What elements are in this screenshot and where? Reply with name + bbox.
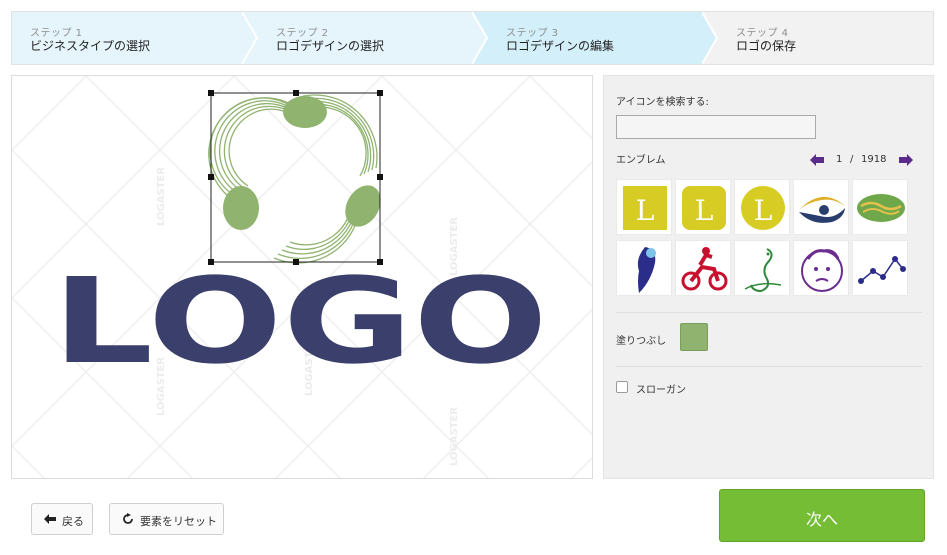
back-button-label: 戻る xyxy=(62,515,84,528)
refresh-icon xyxy=(123,513,133,524)
page-total: 1918 xyxy=(861,154,887,165)
step-3-active[interactable]: ステップ 3 ロゴデザインの編集 xyxy=(472,12,717,64)
icon-grid: L L L xyxy=(616,179,912,297)
resize-handle[interactable] xyxy=(377,90,383,96)
logo-canvas[interactable]: LOGASTER LOGASTER LOGASTER LOGASTER LOGA… xyxy=(11,75,593,479)
icon-pager: 1 / 1918 xyxy=(809,152,919,168)
step-1-title: ビジネスタイプの選択 xyxy=(30,39,151,53)
arrow-left-icon xyxy=(44,514,56,524)
step-4[interactable]: ステップ 4 ロゴの保存 xyxy=(702,12,933,64)
divider xyxy=(616,312,922,313)
next-page-arrow-icon[interactable] xyxy=(898,152,914,168)
green-bowl-icon xyxy=(857,194,905,222)
letter-l-circle-icon: L xyxy=(741,186,785,230)
page-separator: / xyxy=(850,154,854,165)
icon-option[interactable] xyxy=(852,179,908,235)
svg-text:L: L xyxy=(754,194,773,227)
fill-label: 塗りつぶし xyxy=(616,336,667,347)
resize-handle[interactable] xyxy=(208,174,214,180)
slogan-checkbox[interactable] xyxy=(616,381,628,393)
icon-option[interactable]: L xyxy=(616,179,672,235)
step-2-title: ロゴデザインの選択 xyxy=(276,39,385,53)
divider xyxy=(616,366,922,367)
step-3-title: ロゴデザインの編集 xyxy=(506,39,615,53)
constellation-icon xyxy=(858,256,906,284)
letter-l-square-icon: L xyxy=(623,186,667,230)
next-button[interactable]: 次へ xyxy=(719,489,925,542)
resize-handle[interactable] xyxy=(208,90,214,96)
logo-preview: LOGASTER LOGASTER LOGASTER LOGASTER LOGA… xyxy=(12,76,592,478)
wizard-stepper: ステップ 1 ビジネスタイプの選択 ステップ 2 ロゴデザインの選択 ステップ … xyxy=(11,11,934,65)
icon-option[interactable]: L xyxy=(734,179,790,235)
search-label: アイコンを検索する: xyxy=(616,97,709,108)
watermark-text: LOGASTER xyxy=(156,167,167,226)
page-current: 1 xyxy=(836,154,843,165)
reset-elements-button[interactable]: 要素をリセット xyxy=(109,503,224,535)
reset-button-label: 要素をリセット xyxy=(140,515,217,528)
resize-handle[interactable] xyxy=(293,90,299,96)
logo-text[interactable]: LOGO xyxy=(52,252,548,390)
category-label: エンブレム xyxy=(616,155,666,166)
eye-swoosh-icon xyxy=(799,196,845,223)
step-4-title: ロゴの保存 xyxy=(736,39,797,53)
next-button-label: 次へ xyxy=(805,510,838,529)
resize-handle[interactable] xyxy=(377,174,383,180)
svg-text:L: L xyxy=(695,194,714,227)
seahorse-icon xyxy=(744,248,782,293)
icon-option[interactable] xyxy=(616,240,672,296)
icon-option[interactable] xyxy=(852,240,908,296)
icon-search-input[interactable] xyxy=(616,115,816,139)
back-button[interactable]: 戻る xyxy=(31,503,93,535)
icon-option[interactable]: L xyxy=(675,179,731,235)
motocross-icon xyxy=(681,247,728,291)
letter-l-rounded-icon: L xyxy=(682,186,726,230)
svg-text:L: L xyxy=(636,194,655,227)
prev-page-arrow-icon[interactable] xyxy=(809,152,825,168)
slogan-label: スローガン xyxy=(636,385,686,396)
edit-panel: アイコンを検索する: エンブレム 1 / 1918 L L L 塗りつぶし スロ… xyxy=(603,75,934,479)
fill-color-swatch[interactable] xyxy=(680,323,708,351)
icon-option[interactable] xyxy=(675,240,731,296)
icon-option[interactable] xyxy=(793,240,849,296)
step-2[interactable]: ステップ 2 ロゴデザインの選択 xyxy=(242,12,487,64)
icon-option[interactable] xyxy=(734,240,790,296)
step-1[interactable]: ステップ 1 ビジネスタイプの選択 xyxy=(12,12,257,64)
watermark-text: LOGASTER xyxy=(449,407,460,466)
blue-figure-icon xyxy=(637,247,656,293)
boy-face-icon xyxy=(801,249,843,292)
icon-option[interactable] xyxy=(793,179,849,235)
